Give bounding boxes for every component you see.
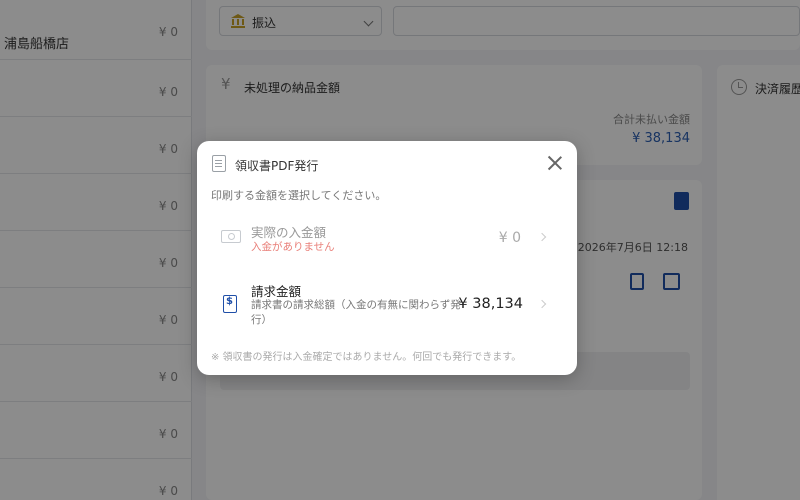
- option-subtitle: 請求書の請求総額（入金の有無に関わらず発行）: [251, 299, 461, 326]
- chevron-right-icon: [537, 299, 547, 309]
- dialog-note: ※ 領収書の発行は入金確定ではありません。何回でも発行できます。: [211, 352, 522, 363]
- dialog-instruction: 印刷する金額を選択してください。: [211, 189, 387, 202]
- option-actual-amount[interactable]: 実際の入金額 入金がありません ¥ 0: [211, 217, 563, 257]
- chevron-right-icon: [537, 232, 547, 242]
- receipt-icon: [212, 155, 226, 172]
- option-billed-amount[interactable]: 請求金額 請求書の請求総額（入金の有無に関わらず発行） ¥ 38,134: [211, 279, 563, 331]
- close-icon[interactable]: [545, 153, 565, 173]
- cash-icon: [221, 230, 241, 243]
- invoice-dollar-icon: [223, 295, 237, 313]
- option-title: 実際の入金額: [251, 225, 327, 240]
- option-amount: ¥ 38,134: [458, 296, 523, 312]
- option-subtitle: 入金がありません: [251, 241, 335, 253]
- dialog-title: 領収書PDF発行: [235, 159, 319, 173]
- option-amount: ¥ 0: [498, 230, 521, 246]
- receipt-pdf-dialog: 領収書PDF発行 印刷する金額を選択してください。 実際の入金額 入金がありませ…: [197, 141, 577, 375]
